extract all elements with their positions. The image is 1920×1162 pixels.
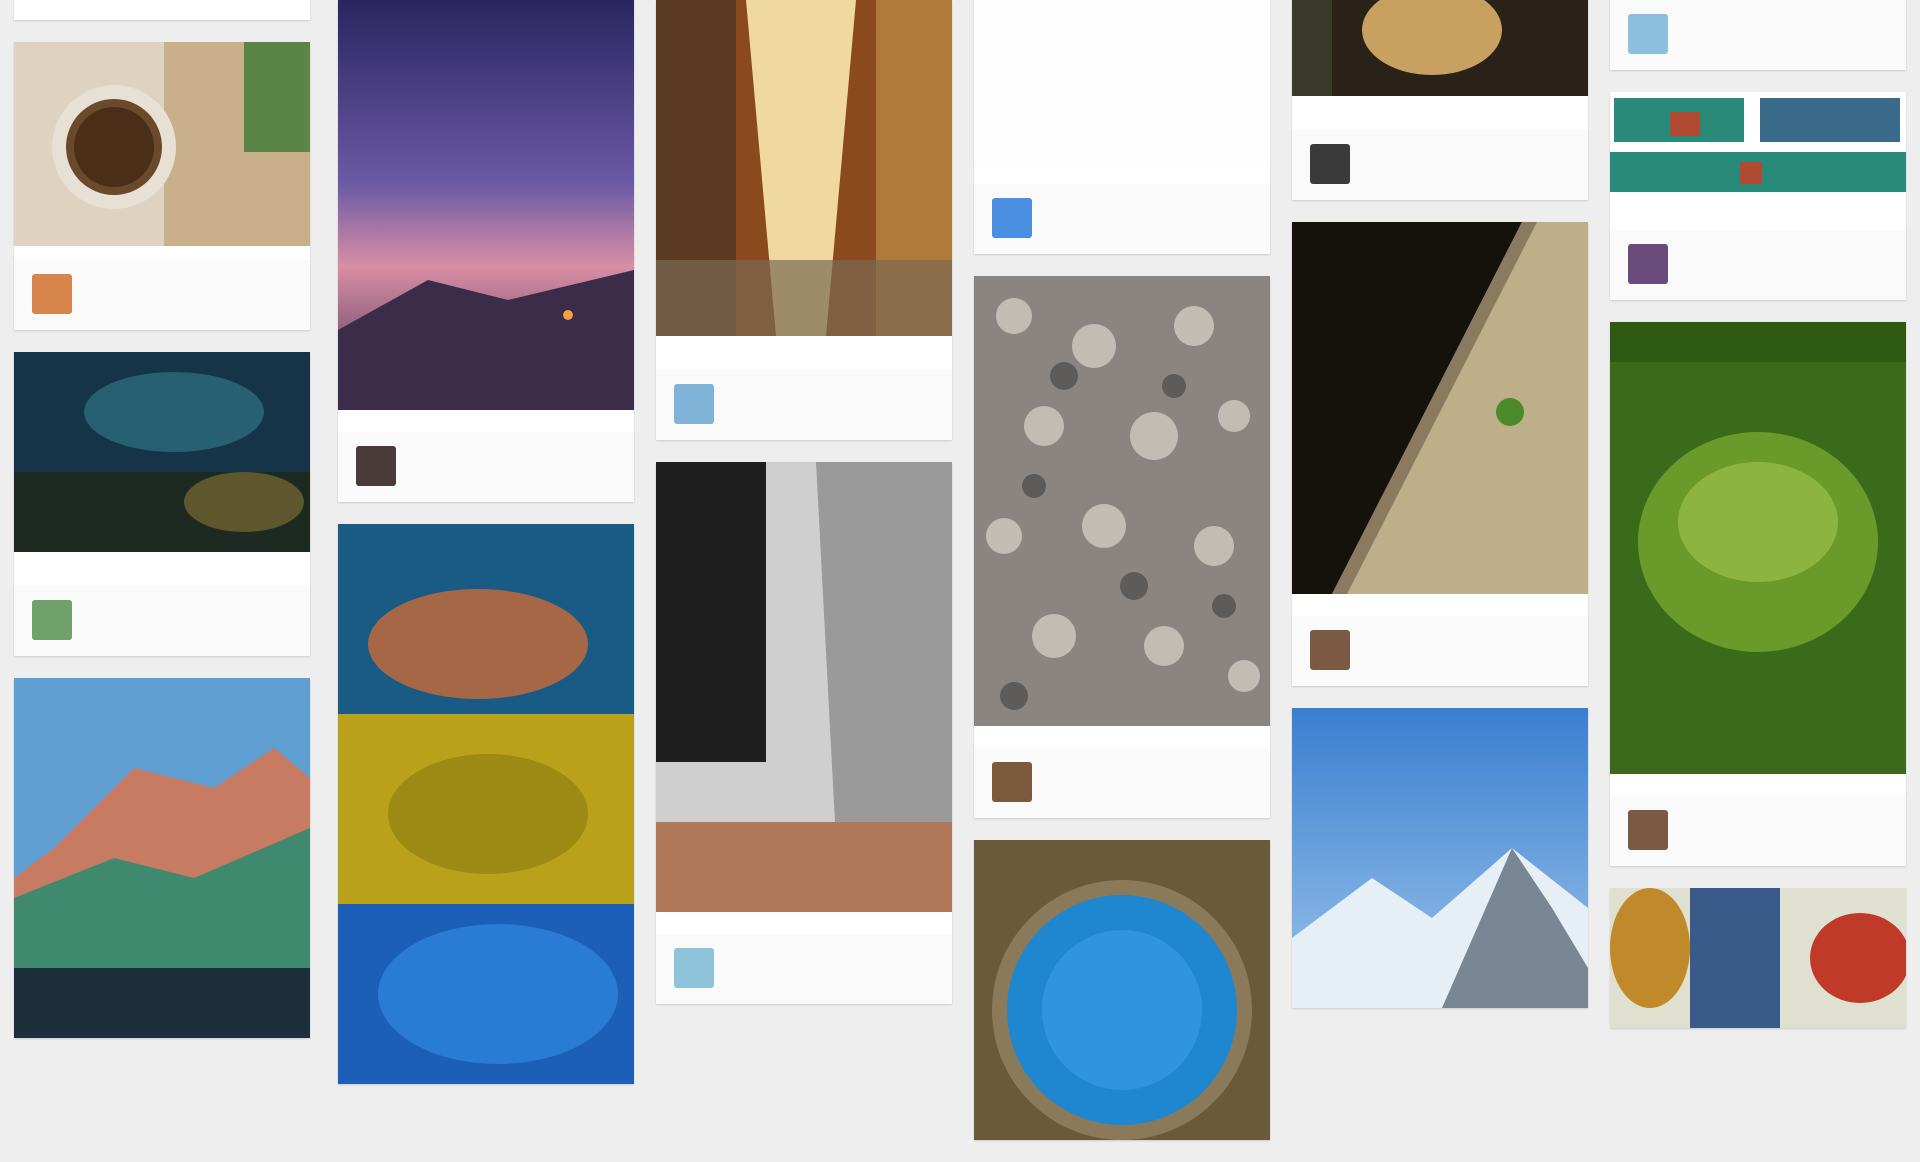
pin-column-6	[1610, 0, 1906, 1050]
pin-meta	[14, 564, 310, 572]
pin-footer	[14, 260, 310, 330]
user-avatar[interactable]	[1628, 244, 1668, 284]
pin-image[interactable]	[974, 840, 1270, 1140]
pin-card[interactable]	[1610, 0, 1906, 70]
user-avatar[interactable]	[32, 274, 72, 314]
user-avatar[interactable]	[1628, 14, 1668, 54]
pin-footer	[974, 748, 1270, 818]
pin-card[interactable]	[338, 524, 634, 1084]
pin-footer	[1610, 796, 1906, 866]
pin-description	[656, 336, 952, 348]
pin-column-1	[14, 0, 310, 1060]
pin-footer	[1292, 130, 1588, 200]
pin-footer	[1610, 230, 1906, 300]
pin-column-4	[974, 0, 1270, 1162]
pin-footer	[1610, 0, 1906, 70]
pin-image[interactable]	[1292, 708, 1588, 1008]
pin-image[interactable]	[1610, 322, 1906, 774]
pin-image[interactable]	[338, 524, 634, 1084]
pin-image[interactable]	[656, 0, 952, 336]
pin-footer	[656, 370, 952, 440]
pin-description	[1292, 96, 1588, 108]
pin-card[interactable]	[1292, 708, 1588, 1008]
pin-card[interactable]	[974, 0, 1270, 254]
pin-image[interactable]	[1610, 92, 1906, 196]
pin-card[interactable]	[14, 678, 310, 1038]
user-avatar[interactable]	[356, 446, 396, 486]
pin-column-3	[656, 0, 952, 1026]
pin-card[interactable]	[656, 462, 952, 1004]
pin-image[interactable]	[14, 352, 310, 552]
pin-card[interactable]	[1292, 222, 1588, 686]
pin-card[interactable]	[656, 0, 952, 440]
pin-meta	[974, 162, 1270, 170]
pin-image[interactable]	[974, 276, 1270, 726]
pin-image[interactable]	[14, 42, 310, 246]
pin-card[interactable]	[14, 42, 310, 330]
pin-footer	[338, 432, 634, 502]
pin-meta	[656, 912, 952, 920]
pin-card[interactable]	[1292, 0, 1588, 200]
pin-footer	[974, 184, 1270, 254]
pin-image[interactable]	[14, 678, 310, 1038]
pin-image[interactable]	[656, 462, 952, 912]
user-avatar[interactable]	[674, 384, 714, 424]
user-avatar[interactable]	[1310, 144, 1350, 184]
pin-description	[1610, 196, 1906, 208]
pin-meta	[1292, 594, 1588, 602]
pin-footer	[1292, 616, 1588, 686]
pin-description	[14, 552, 310, 564]
pin-image[interactable]	[1610, 888, 1906, 1028]
pin-meta	[1610, 208, 1906, 216]
user-avatar[interactable]	[1628, 810, 1668, 850]
pin-meta	[974, 726, 1270, 734]
pin-card[interactable]	[1610, 92, 1906, 300]
pin-image[interactable]	[338, 0, 634, 410]
pin-card[interactable]	[1610, 322, 1906, 866]
user-avatar[interactable]	[32, 600, 72, 640]
pin-card[interactable]	[1610, 888, 1906, 1028]
pin-meta	[1292, 108, 1588, 116]
user-avatar[interactable]	[1310, 630, 1350, 670]
pin-card[interactable]	[338, 0, 634, 502]
pin-column-2	[338, 0, 634, 1106]
pin-column-5	[1292, 0, 1588, 1030]
pin-card[interactable]	[14, 352, 310, 656]
user-avatar[interactable]	[992, 762, 1032, 802]
pin-footer	[14, 586, 310, 656]
user-avatar[interactable]	[674, 948, 714, 988]
pin-description	[974, 0, 1270, 162]
pin-card[interactable]	[974, 276, 1270, 818]
pin-meta	[338, 410, 634, 418]
pin-card[interactable]	[14, 0, 310, 20]
pin-meta	[656, 348, 952, 356]
pin-footer	[656, 934, 952, 1004]
pin-image[interactable]	[1292, 0, 1588, 96]
pin-meta	[1610, 774, 1906, 782]
pin-card[interactable]	[974, 840, 1270, 1140]
pin-image[interactable]	[1292, 222, 1588, 594]
user-avatar[interactable]	[992, 198, 1032, 238]
